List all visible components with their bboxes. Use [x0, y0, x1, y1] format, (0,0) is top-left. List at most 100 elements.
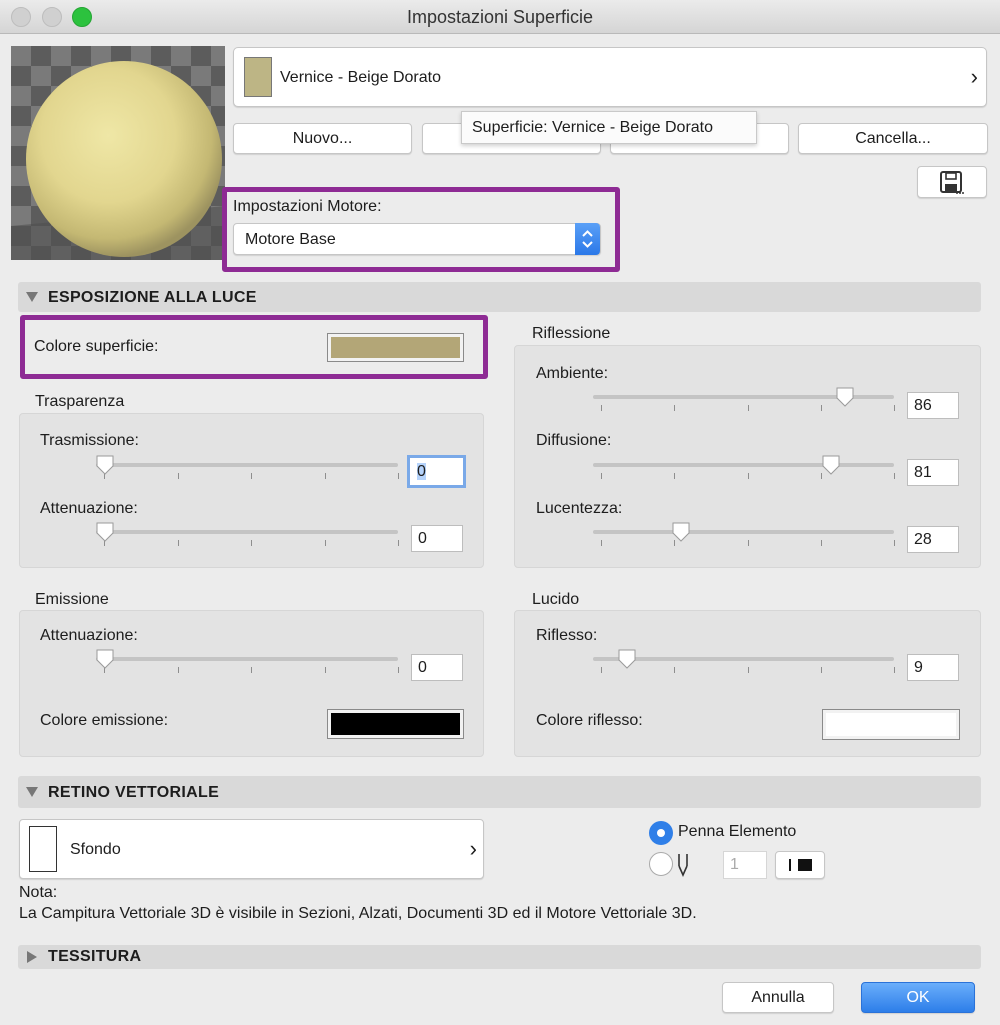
- delete-button[interactable]: Cancella...: [798, 123, 988, 154]
- surface-color-swatch[interactable]: [327, 333, 464, 362]
- slider-thumb[interactable]: [672, 522, 690, 542]
- emission-title: Emissione: [35, 591, 109, 608]
- emission-attenuation-label: Attenuazione:: [40, 627, 138, 644]
- disclosure-open-icon: [26, 787, 38, 797]
- surface-selector[interactable]: Vernice - Beige Dorato ›: [233, 47, 987, 107]
- slider-tick: [178, 667, 179, 673]
- diffusion-slider[interactable]: [593, 453, 895, 481]
- diffusion-label: Diffusione:: [536, 432, 612, 449]
- slider-track: [96, 657, 398, 661]
- transparency-title: Trasparenza: [35, 393, 125, 410]
- slider-tick: [894, 540, 895, 546]
- slider-tick: [748, 473, 749, 479]
- slider-tick: [821, 540, 822, 546]
- emission-color-label: Colore emissione:: [40, 712, 169, 729]
- slider-tick: [821, 667, 822, 673]
- transparency-attenuation-slider[interactable]: [96, 520, 399, 548]
- save-button[interactable]: [917, 166, 987, 198]
- reflex-color-fill: [826, 713, 956, 736]
- slider-tick: [601, 473, 602, 479]
- pen-icon: [678, 854, 688, 877]
- slider-tick: [894, 667, 895, 673]
- slider-tick: [748, 667, 749, 673]
- cancel-button[interactable]: Annulla: [722, 982, 834, 1013]
- shininess-slider[interactable]: [593, 520, 895, 548]
- transmission-label: Trasmissione:: [40, 432, 139, 449]
- shininess-label: Lucentezza:: [536, 500, 623, 517]
- slider-thumb[interactable]: [96, 455, 114, 475]
- emission-attenuation-input[interactable]: 0: [411, 654, 463, 681]
- surface-name: Vernice - Beige Dorato: [280, 69, 441, 86]
- reflex-label: Riflesso:: [536, 627, 598, 644]
- note-text: La Campitura Vettoriale 3D è visibile in…: [19, 905, 697, 922]
- surface-color-fill: [331, 337, 460, 358]
- transparency-attenuation-label: Attenuazione:: [40, 500, 138, 517]
- slider-track: [593, 657, 894, 661]
- pen-color-button[interactable]: [775, 851, 825, 879]
- transmission-slider[interactable]: [96, 453, 399, 481]
- transparency-attenuation-input[interactable]: 0: [411, 525, 463, 552]
- engine-select[interactable]: Motore Base: [233, 223, 601, 255]
- slider-thumb[interactable]: [836, 387, 854, 407]
- reflex-slider[interactable]: [593, 647, 895, 675]
- slider-thumb[interactable]: [618, 649, 636, 669]
- hatch-pattern-selector[interactable]: Sfondo ›: [19, 819, 484, 879]
- slider-tick: [398, 540, 399, 546]
- tooltip-text: Superficie: Vernice - Beige Dorato: [472, 119, 714, 136]
- disclosure-closed-icon: [27, 951, 37, 963]
- ok-button[interactable]: OK: [861, 982, 975, 1013]
- engine-value: Motore Base: [245, 231, 336, 248]
- preview-sphere-image: [11, 46, 225, 260]
- ambient-slider[interactable]: [593, 385, 895, 413]
- slider-tick: [398, 473, 399, 479]
- chevron-right-icon: ›: [970, 64, 978, 89]
- ambient-input[interactable]: 86: [907, 392, 959, 419]
- transmission-value: 0: [417, 463, 426, 480]
- slider-thumb[interactable]: [96, 522, 114, 542]
- floppy-disk-icon: [940, 171, 964, 194]
- hatch-pattern-swatch: [29, 826, 57, 872]
- slider-tick: [601, 667, 602, 673]
- section-texture[interactable]: [18, 945, 981, 969]
- slider-tick: [251, 473, 252, 479]
- gloss-title: Lucido: [532, 591, 580, 608]
- reflex-color-label: Colore riflesso:: [536, 712, 643, 729]
- slider-track: [96, 463, 398, 467]
- slider-tick: [748, 405, 749, 411]
- slider-tick: [674, 473, 675, 479]
- window-title: Impostazioni Superficie: [406, 7, 594, 27]
- slider-tick: [674, 667, 675, 673]
- section-title-vector-hatch: RETINO VETTORIALE: [48, 784, 220, 801]
- slider-tick: [178, 540, 179, 546]
- surface-color-label: Colore superficie:: [34, 338, 159, 355]
- emission-color-swatch[interactable]: [327, 709, 464, 739]
- section-title-light-exposure: ESPOSIZIONE ALLA LUCE: [48, 289, 257, 306]
- shininess-input[interactable]: 28: [907, 526, 959, 553]
- surface-swatch: [244, 57, 272, 97]
- reflex-input[interactable]: 9: [907, 654, 959, 681]
- slider-track: [593, 463, 894, 467]
- custom-pen-radio[interactable]: [649, 852, 673, 876]
- pen-element-radio[interactable]: [649, 821, 673, 845]
- slider-thumb[interactable]: [96, 649, 114, 669]
- emission-attenuation-slider[interactable]: [96, 647, 399, 675]
- slider-tick: [894, 405, 895, 411]
- slider-track: [96, 530, 398, 534]
- transmission-input[interactable]: 0: [407, 455, 466, 488]
- surface-preview: [11, 46, 225, 260]
- slider-thumb[interactable]: [822, 455, 840, 475]
- slider-tick: [894, 473, 895, 479]
- emission-color-fill: [331, 713, 460, 735]
- note-title: Nota:: [19, 884, 58, 901]
- reflex-color-swatch[interactable]: [822, 709, 960, 740]
- slider-tick: [601, 405, 602, 411]
- title-bar: Impostazioni Superficie: [0, 0, 1000, 34]
- new-button[interactable]: Nuovo...: [233, 123, 412, 154]
- section-title-texture: TESSITURA: [48, 948, 142, 965]
- diffusion-input[interactable]: 81: [907, 459, 959, 486]
- slider-tick: [821, 405, 822, 411]
- slider-tick: [748, 540, 749, 546]
- pen-number-input[interactable]: 1: [723, 851, 767, 879]
- surface-tooltip: Superficie: Vernice - Beige Dorato: [461, 111, 757, 144]
- slider-tick: [601, 540, 602, 546]
